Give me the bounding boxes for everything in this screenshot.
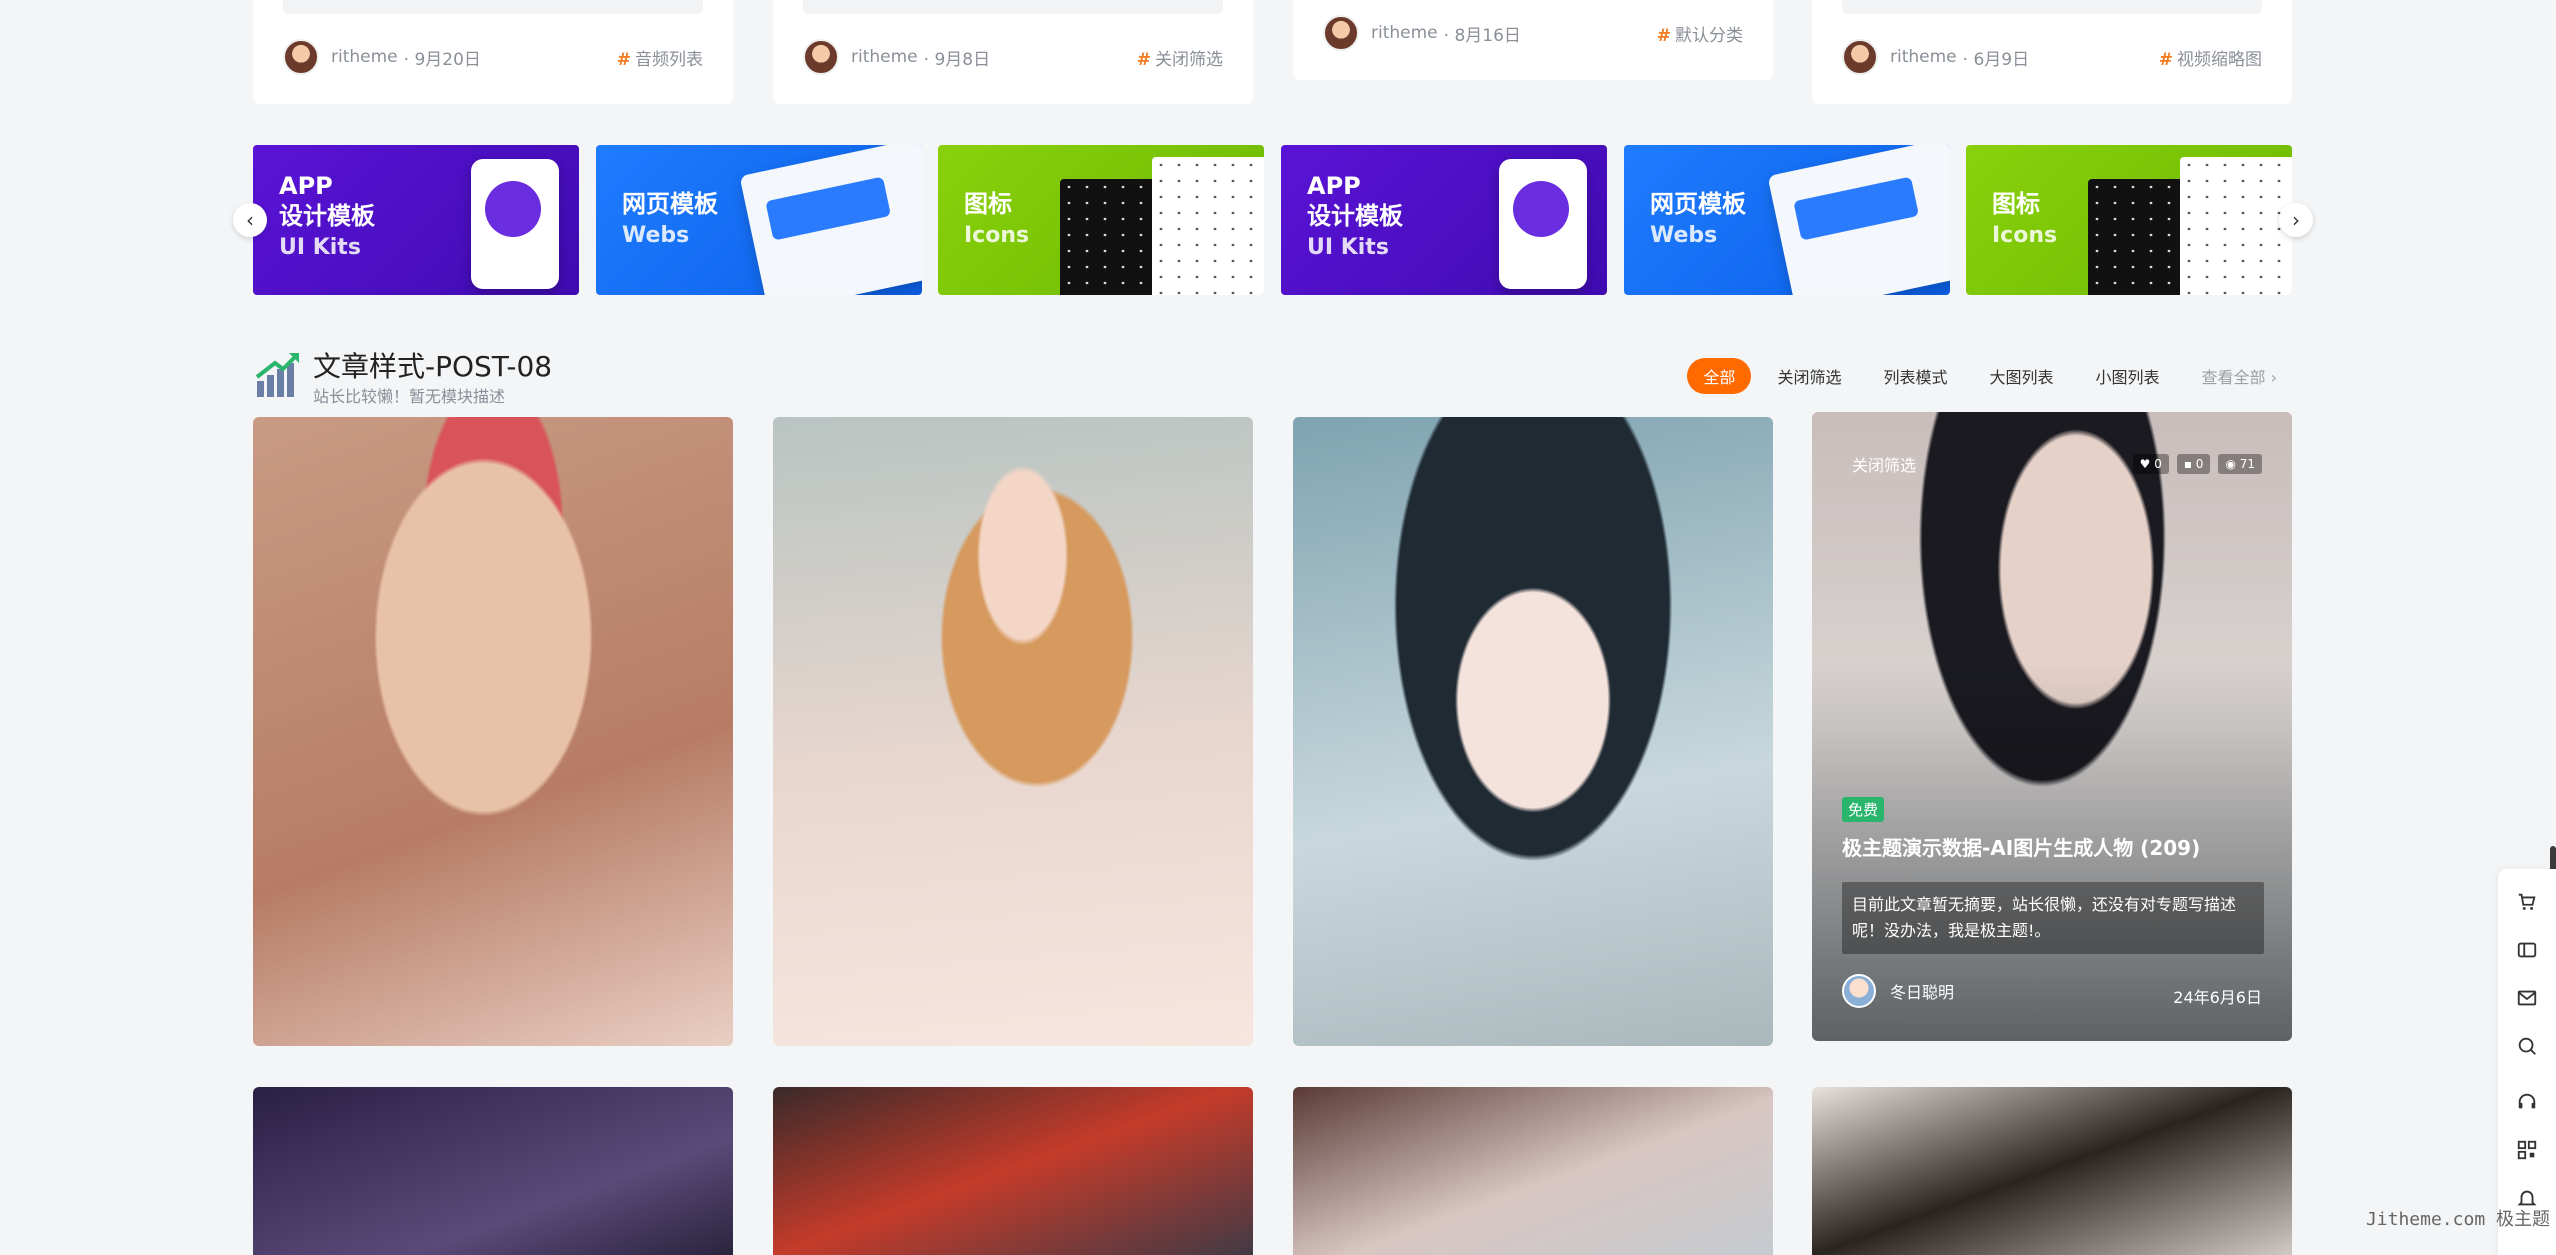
post-date: · 9月20日: [403, 49, 481, 70]
filter-tab-all[interactable]: 全部: [1687, 358, 1752, 394]
hash-icon: #: [2158, 49, 2173, 70]
hash-icon: #: [1136, 49, 1151, 70]
web-mockup-image: [739, 145, 922, 295]
slider-next-button[interactable]: ›: [2279, 203, 2313, 237]
filter-tab-small-image[interactable]: 小图列表: [2079, 358, 2175, 394]
banner-webs[interactable]: 网页模板 Webs: [596, 145, 922, 295]
card-excerpt-remnant: [803, 0, 1223, 14]
post-card[interactable]: ritheme · 6月9日 # 视频缩略图: [1812, 0, 2292, 104]
section-header: 文章样式-POST-08 站长比较懒！暂无模块描述 全部 关闭筛选 列表模式 大…: [253, 345, 2293, 406]
section-description: 站长比较懒！暂无模块描述: [313, 387, 506, 406]
post-image-card-hovered[interactable]: 关闭筛选 ♥ 0 ▪ 0 ◉ 71 免费 极主题演示数据-AI图片生成人物 (2…: [1812, 412, 2292, 1041]
card-excerpt-remnant: [1842, 0, 2262, 14]
chevron-left-icon: ‹: [246, 208, 254, 232]
category-label[interactable]: 关闭筛选: [1852, 452, 1916, 476]
author-name[interactable]: ritheme: [1371, 23, 1438, 43]
headset-icon[interactable]: [2516, 1091, 2538, 1113]
card-meta: ritheme · 9月20日 # 音频列表: [283, 38, 703, 76]
floating-toolbar: [2498, 869, 2556, 1255]
post-card[interactable]: ritheme · 9月20日 # 音频列表: [253, 0, 733, 104]
post-date: · 6月9日: [1962, 49, 2030, 70]
comment-count: ▪ 0: [2176, 454, 2211, 474]
free-badge: 免费: [1842, 797, 1885, 822]
like-count: ♥ 0: [2132, 454, 2169, 474]
banner-title: 图标 Icons: [964, 190, 1030, 248]
post-stats: ♥ 0 ▪ 0 ◉ 71: [2132, 454, 2262, 474]
banner-app-uikits[interactable]: APP 设计模板 UI Kits: [1281, 145, 1607, 295]
avatar[interactable]: [1842, 974, 1876, 1008]
post-excerpt: 目前此文章暂无摘要，站长很懒，还没有对专题写描述呢！没办法，我是极主题!。: [1842, 882, 2264, 954]
hash-icon: #: [1656, 25, 1671, 46]
icon-grid-image: [1060, 179, 1154, 295]
post-date: · 9月8日: [923, 49, 991, 70]
category-tag[interactable]: # 音频列表: [617, 45, 703, 70]
search-icon[interactable]: [2516, 1035, 2538, 1057]
banner-title: APP 设计模板 UI Kits: [279, 172, 375, 260]
post-title[interactable]: 极主题演示数据-AI图片生成人物 (209): [1842, 832, 2262, 861]
post-image-card[interactable]: [1293, 1087, 1773, 1255]
icon-grid-image: [2180, 157, 2292, 295]
post-image-card[interactable]: [1812, 1087, 2292, 1255]
site-watermark: Jitheme.com 极主题: [2365, 1209, 2550, 1230]
avatar[interactable]: [1842, 39, 1878, 75]
banner-icons[interactable]: 图标 Icons: [1966, 145, 2292, 295]
section-title: 文章样式-POST-08: [313, 350, 553, 383]
view-count: ◉ 71: [2218, 454, 2262, 474]
author-name[interactable]: ritheme: [1890, 47, 1957, 67]
phone-mockup-image: [1499, 159, 1587, 289]
banner-icons[interactable]: 图标 Icons: [938, 145, 1264, 295]
filter-tab-list-mode[interactable]: 列表模式: [1867, 358, 1963, 394]
avatar[interactable]: [1323, 15, 1359, 51]
qrcode-icon[interactable]: [2516, 1139, 2538, 1161]
banner-webs[interactable]: 网页模板 Webs: [1624, 145, 1950, 295]
banner-title: 网页模板 Webs: [1650, 190, 1746, 248]
post-image-card[interactable]: [253, 1087, 733, 1255]
post-image-card[interactable]: [773, 1087, 1253, 1255]
banner-slider: APP 设计模板 UI Kits 网页模板 Webs 图标 Icons APP 设计模板 U…: [233, 145, 2313, 295]
post-date: · 8月16日: [1443, 25, 1521, 46]
icon-grid-image: [2088, 179, 2182, 295]
banner-app-uikits[interactable]: APP 设计模板 UI Kits: [253, 145, 579, 295]
cart-icon[interactable]: [2516, 891, 2538, 913]
filter-tabs: 全部 关闭筛选 列表模式 大图列表 小图列表 查看全部 ›: [1677, 358, 2293, 394]
phone-mockup-image: [471, 159, 559, 289]
mail-icon[interactable]: [2516, 987, 2538, 1009]
card-meta: ritheme · 8月16日 # 默认分类: [1323, 14, 1743, 52]
post-card[interactable]: ritheme · 8月16日 # 默认分类: [1293, 0, 1773, 80]
category-tag[interactable]: # 视频缩略图: [2159, 45, 2262, 70]
web-mockup-image: [1767, 145, 1950, 295]
ticket-icon[interactable]: [2516, 939, 2538, 961]
post-date: 24年6月6日: [2173, 988, 2262, 1007]
chevron-right-icon: ›: [2292, 208, 2300, 232]
view-all-link[interactable]: 查看全部 ›: [2186, 358, 2294, 394]
banner-title: 网页模板 Webs: [622, 190, 718, 248]
hash-icon: #: [616, 49, 631, 70]
author-name[interactable]: ritheme: [851, 47, 918, 67]
avatar[interactable]: [803, 39, 839, 75]
category-tag[interactable]: # 默认分类: [1657, 21, 1743, 46]
banner-title: APP 设计模板 UI Kits: [1307, 172, 1403, 260]
post-card[interactable]: ritheme · 9月8日 # 关闭筛选: [773, 0, 1253, 104]
category-tag[interactable]: # 关闭筛选: [1137, 45, 1223, 70]
post-image-card[interactable]: [773, 417, 1253, 1046]
post-image-card[interactable]: [253, 417, 733, 1046]
card-excerpt-remnant: [283, 0, 703, 14]
post-author[interactable]: 冬日聪明: [1842, 974, 1954, 1008]
avatar[interactable]: [283, 39, 319, 75]
post-image-card[interactable]: [1293, 417, 1773, 1046]
card-meta: ritheme · 9月8日 # 关闭筛选: [803, 38, 1223, 76]
chart-growth-icon: [255, 353, 299, 397]
author-name[interactable]: ritheme: [331, 47, 398, 67]
slider-prev-button[interactable]: ‹: [233, 203, 267, 237]
filter-tab-large-image[interactable]: 大图列表: [1973, 358, 2069, 394]
banner-title: 图标 Icons: [1992, 190, 2058, 248]
filter-tab-close-filter[interactable]: 关闭筛选: [1761, 358, 1857, 394]
icon-grid-image: [1152, 157, 1264, 295]
card-meta: ritheme · 6月9日 # 视频缩略图: [1842, 38, 2262, 76]
author-name[interactable]: 冬日聪明: [1890, 979, 1954, 1003]
